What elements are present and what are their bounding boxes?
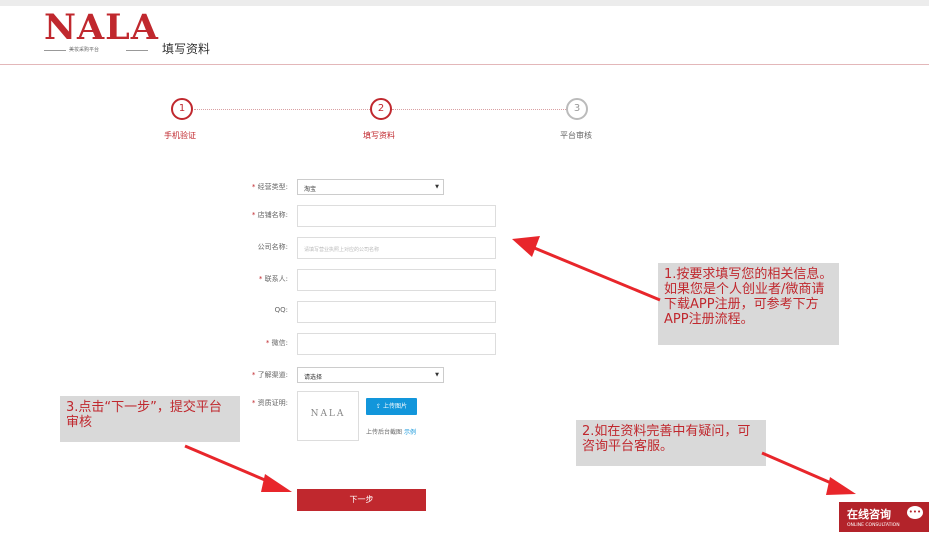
annotation-arrows (184, 236, 856, 495)
arrow-3-shaft (184, 444, 273, 485)
chat-bubble-icon: ••• (907, 506, 923, 519)
consultation-sublabel: ONLINE CONSULTATION (847, 523, 900, 528)
arrow-2-shaft (761, 451, 839, 488)
arrow-3-head (261, 474, 292, 492)
online-consultation-button[interactable]: 在线咨询 ONLINE CONSULTATION ••• (839, 502, 929, 532)
arrow-1-head (512, 236, 540, 257)
arrow-2-head (826, 477, 856, 495)
arrow-1-shaft (531, 245, 661, 302)
